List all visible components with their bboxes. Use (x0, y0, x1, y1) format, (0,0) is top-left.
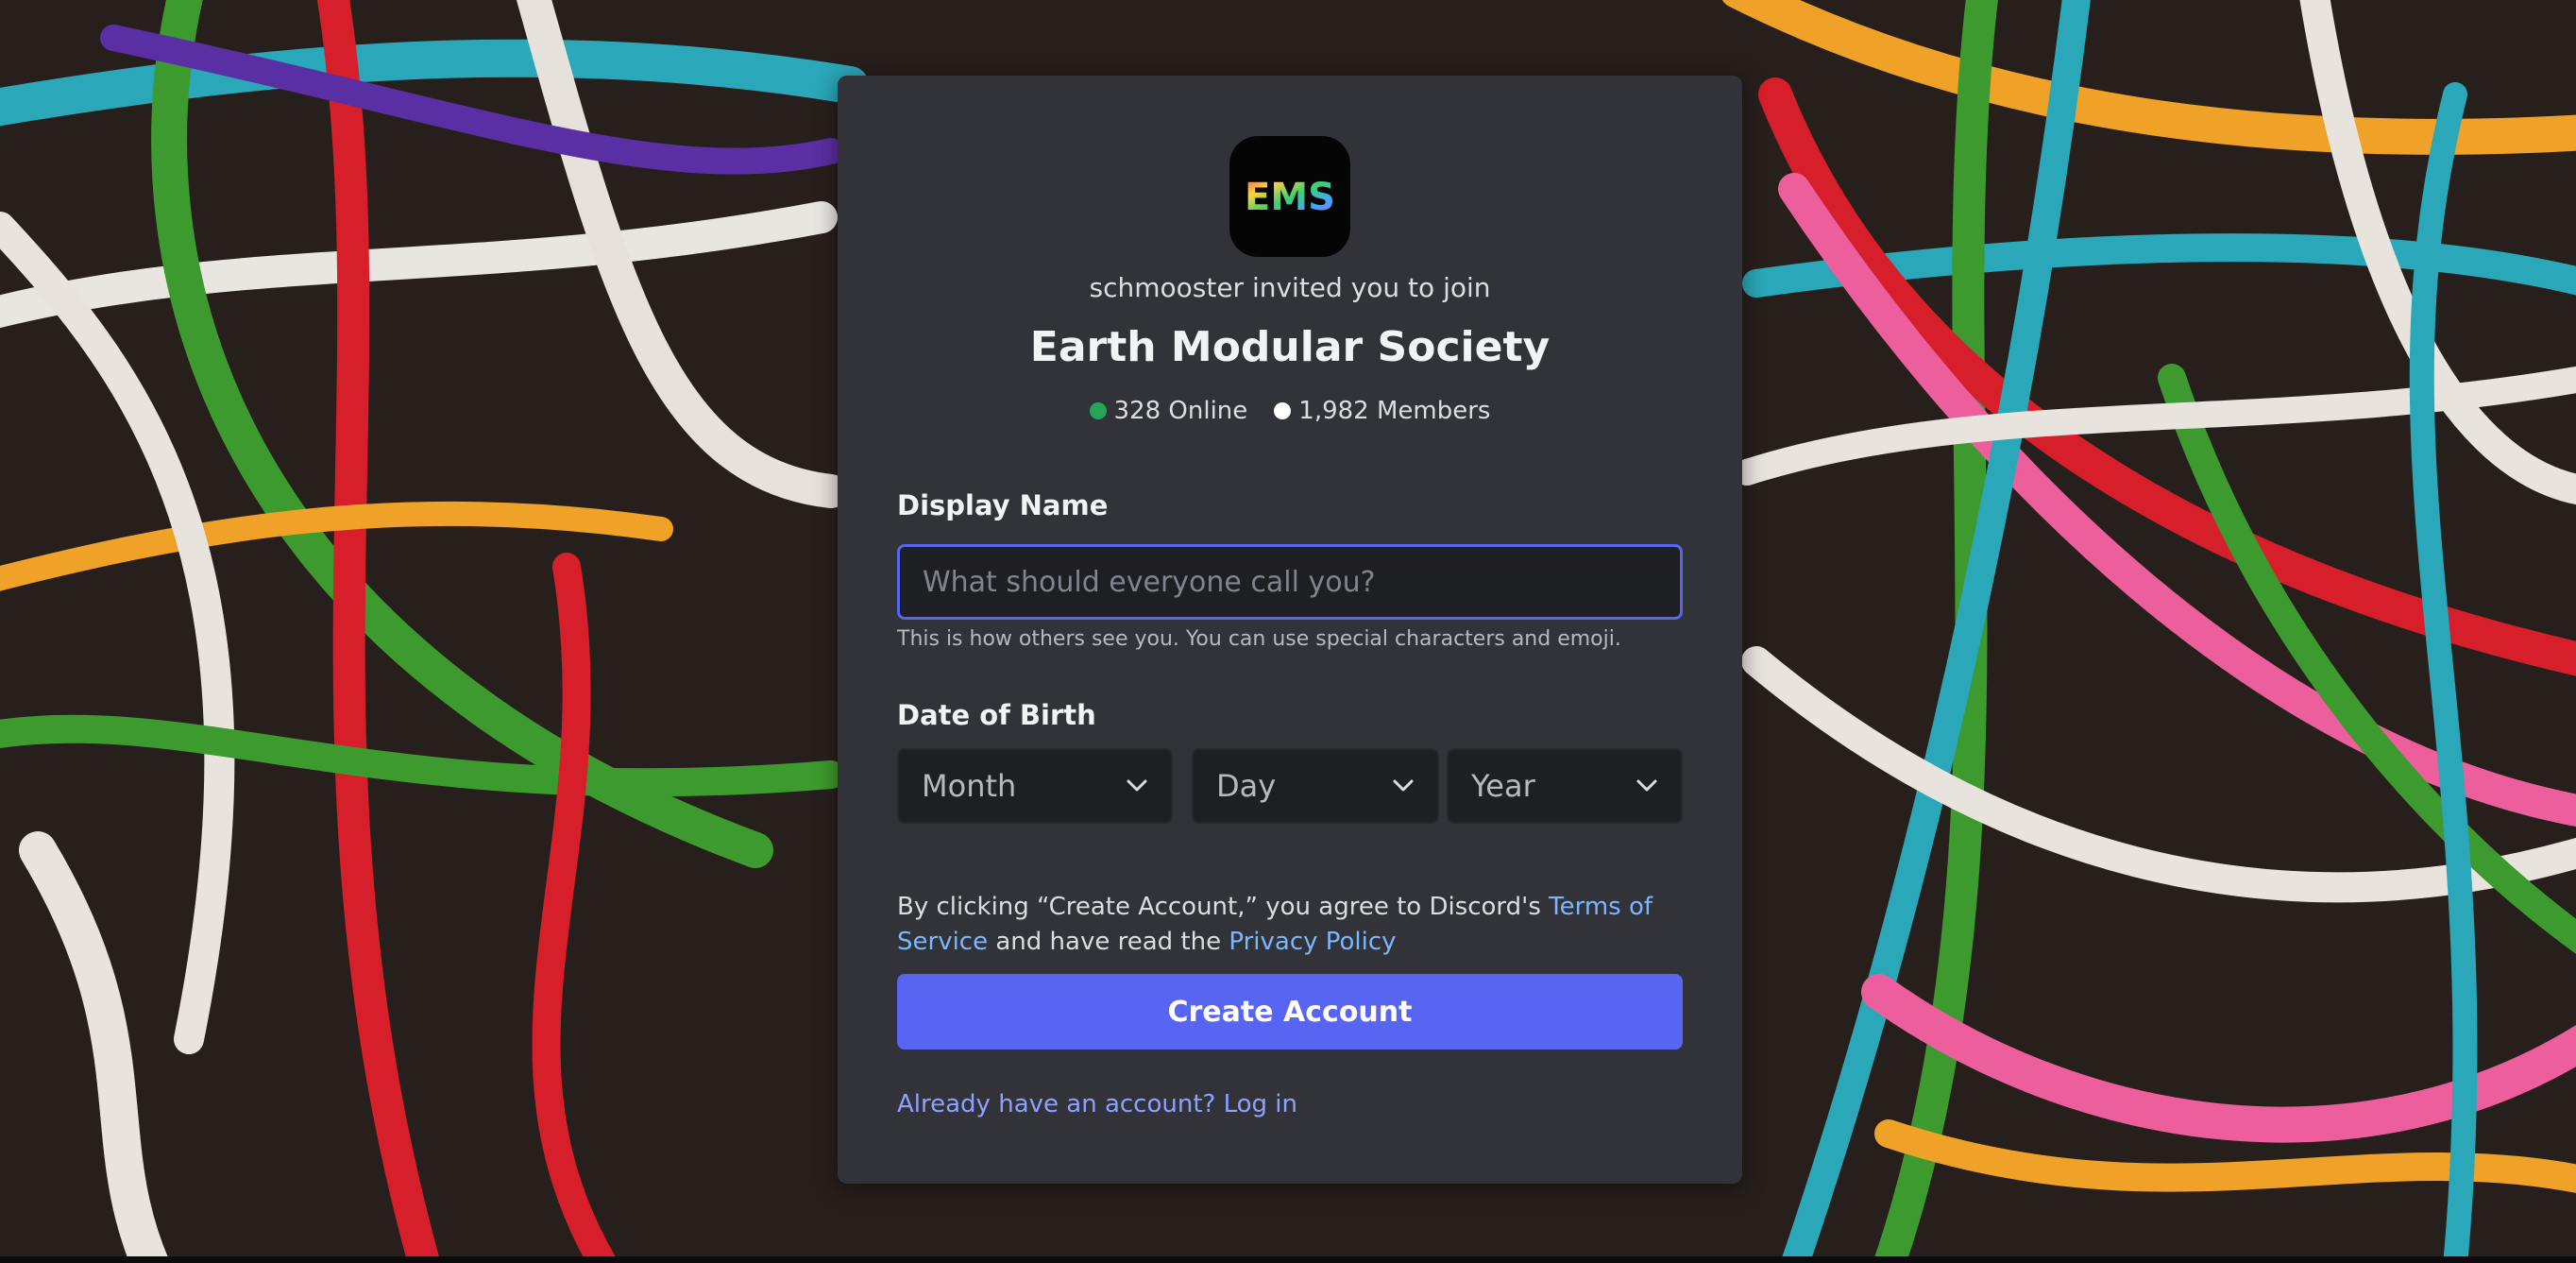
server-icon: EMS (1229, 136, 1350, 257)
chevron-down-icon (1392, 778, 1415, 794)
month-select-placeholder: Month (922, 768, 1017, 804)
legal-prefix: By clicking “Create Account,” you agree … (897, 893, 1550, 921)
year-select-placeholder: Year (1471, 768, 1535, 804)
server-stats: 328 Online 1,982 Members (838, 397, 1742, 425)
online-count: 328 Online (1089, 397, 1248, 425)
chevron-down-icon (1635, 778, 1658, 794)
online-count-text: 328 Online (1113, 397, 1248, 425)
svg-text:EMS: EMS (1245, 176, 1335, 219)
month-select[interactable]: Month (897, 748, 1173, 824)
chevron-down-icon (1126, 778, 1148, 794)
legal-notice: By clicking “Create Account,” you agree … (897, 890, 1690, 960)
display-name-hint: This is how others see you. You can use … (897, 627, 1621, 651)
member-count: 1,982 Members (1274, 397, 1490, 425)
display-name-label: Display Name (897, 489, 1109, 521)
invite-signup-modal: EMS schmooster invited you to join Earth… (838, 76, 1742, 1184)
privacy-policy-link[interactable]: Privacy Policy (1229, 928, 1396, 956)
date-of-birth-label: Date of Birth (897, 699, 1096, 731)
year-select[interactable]: Year (1447, 748, 1683, 824)
create-account-button[interactable]: Create Account (897, 974, 1683, 1050)
day-select[interactable]: Day (1192, 748, 1439, 824)
display-name-input[interactable] (897, 544, 1683, 620)
login-link[interactable]: Already have an account? Log in (897, 1090, 1297, 1118)
inviter-line: schmooster invited you to join (1089, 272, 1491, 303)
bottom-edge (0, 1256, 2576, 1263)
member-count-text: 1,982 Members (1298, 397, 1491, 425)
server-logo-icon: EMS (1245, 176, 1335, 219)
legal-middle: and have read the (988, 928, 1229, 956)
members-dot-icon (1274, 402, 1292, 419)
online-dot-icon (1089, 402, 1107, 419)
server-name: Earth Modular Society (1029, 323, 1551, 371)
day-select-placeholder: Day (1216, 768, 1277, 804)
